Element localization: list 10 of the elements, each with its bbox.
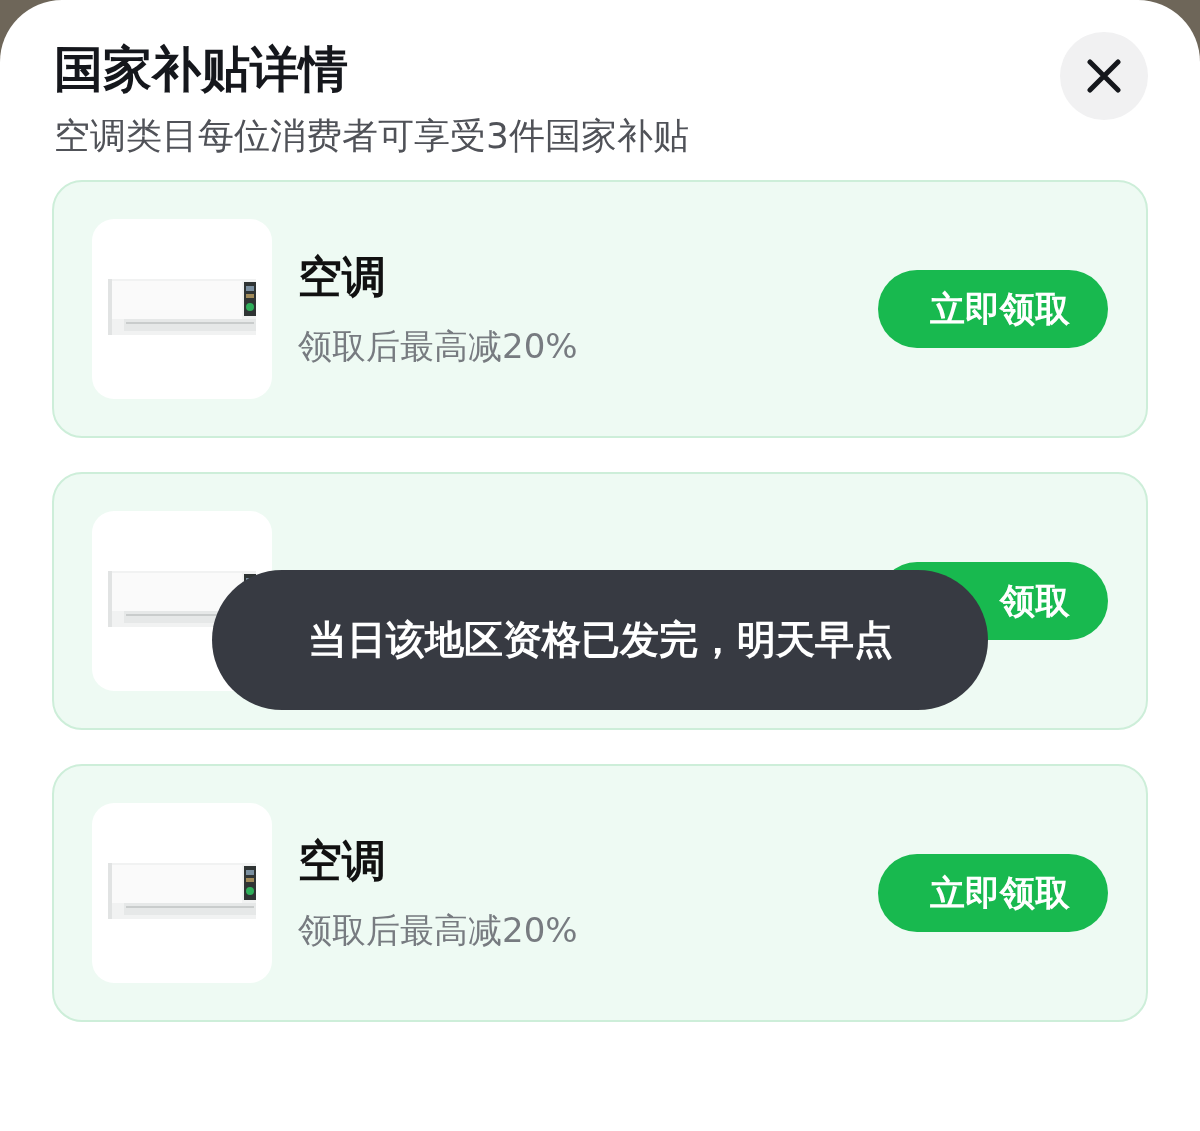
discount-text: 领取后最高减20% <box>298 325 579 367</box>
claim-button[interactable]: 立即领取 <box>878 270 1108 348</box>
sheet-title: 国家补贴详情 <box>54 40 348 100</box>
close-icon <box>1087 59 1121 93</box>
product-title: 空调 <box>298 835 387 887</box>
subtitle-text: 空调类目每位消费者可享受3件国家补贴 <box>54 114 690 158</box>
discount-text: 领取后最高减20% <box>298 909 579 951</box>
product-title: 空调 <box>298 251 387 303</box>
message-toast: 当日该地区资格已发完，明天早点 <box>212 570 988 710</box>
claim-button[interactable]: 立即领取 <box>878 854 1108 932</box>
